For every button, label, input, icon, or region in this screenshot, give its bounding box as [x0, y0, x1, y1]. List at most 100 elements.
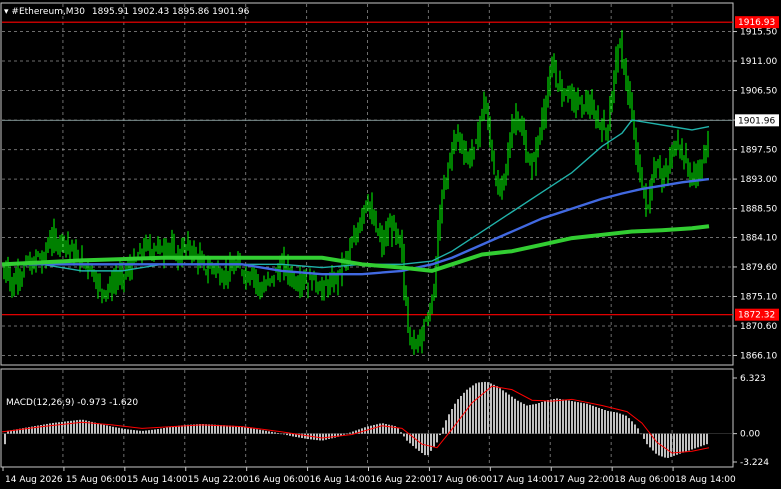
macd-bar: [103, 424, 105, 434]
macd-bar: [127, 429, 129, 434]
price-tick-label: 1875.10: [740, 292, 777, 302]
macd-bar: [649, 433, 651, 448]
macd-bar: [481, 382, 483, 434]
macd-bar: [154, 429, 156, 434]
macd-bar: [613, 411, 615, 434]
macd-bar: [679, 433, 681, 454]
time-tick-label: 18 Aug 06:00: [614, 475, 675, 485]
price-tick-label: 1915.50: [740, 28, 777, 38]
macd-bar: [115, 427, 117, 434]
time-tick-label: 16 Aug 22:00: [371, 475, 432, 485]
macd-bar: [268, 431, 270, 434]
macd-bar: [202, 424, 204, 434]
macd-tick-label: 0.00: [740, 430, 760, 440]
macd-bar: [403, 433, 405, 437]
macd-bar: [436, 433, 438, 443]
time-tick-label: 15 Aug 14:00: [127, 475, 188, 485]
price-tick-label: 1888.50: [740, 205, 777, 215]
macd-bar: [319, 433, 321, 441]
header-arrow-icon: ▾: [4, 7, 9, 17]
macd-bar: [262, 430, 264, 434]
macd-bar: [637, 428, 639, 434]
macd-bar: [109, 426, 111, 434]
macd-bar: [67, 421, 69, 434]
macd-bar: [157, 429, 159, 434]
macd-bar: [205, 424, 207, 434]
macd-bar: [283, 433, 285, 435]
macd-bar: [211, 424, 213, 434]
macd-bar: [514, 398, 516, 434]
macd-bar: [610, 411, 612, 434]
macd-bar: [304, 433, 306, 439]
macd-bar: [607, 410, 609, 434]
macd-bar: [130, 429, 132, 434]
macd-bar: [457, 399, 459, 434]
macd-bar: [532, 404, 534, 434]
macd-bar: [592, 405, 594, 434]
ma-fast-line: [2, 119, 710, 272]
macd-bar: [112, 426, 114, 434]
macd-bar: [628, 418, 630, 434]
macd-bar: [574, 401, 576, 434]
macd-bar: [706, 433, 708, 445]
macd-bar: [460, 395, 462, 434]
macd-bar: [529, 404, 531, 434]
macd-bar: [256, 429, 258, 434]
macd-bar: [541, 401, 543, 434]
macd-bar: [301, 433, 303, 439]
macd-bar: [346, 433, 348, 435]
price-tick-label: 1884.10: [740, 233, 777, 243]
time-tick-label: 17 Aug 06:00: [431, 475, 492, 485]
macd-bar: [160, 428, 162, 434]
macd-bar: [325, 433, 327, 440]
macd-bar: [379, 423, 381, 434]
macd-bar: [577, 402, 579, 434]
moving-averages: [1, 119, 710, 276]
macd-bar: [586, 403, 588, 434]
macd-bar: [55, 422, 57, 434]
macd-bar: [277, 432, 279, 434]
macd-bar: [385, 424, 387, 434]
macd-bar: [571, 401, 573, 434]
trading-chart[interactable]: 1915.501911.001906.501902.001897.501893.…: [0, 0, 781, 489]
macd-bar: [220, 425, 222, 434]
time-tick-label: 18 Aug 14:00: [675, 475, 736, 485]
macd-bar: [640, 433, 642, 435]
current-price-label: 1901.96: [738, 116, 775, 126]
time-tick-label: 15 Aug 22:00: [188, 475, 249, 485]
macd-bar: [322, 433, 324, 441]
price-tick-label: 1893.00: [740, 175, 777, 185]
macd-bar: [646, 433, 648, 445]
macd-bar: [694, 433, 696, 449]
macd-bar: [91, 421, 93, 434]
macd-bar: [703, 433, 705, 446]
macd-bar: [121, 428, 123, 434]
macd-bar: [493, 384, 495, 434]
macd-bar: [589, 404, 591, 434]
macd-bar: [601, 408, 603, 434]
macd-bar: [664, 433, 666, 458]
macd-bar: [232, 425, 234, 434]
macd-bar: [181, 425, 183, 434]
macd-bar: [148, 430, 150, 434]
macd-bar: [598, 407, 600, 434]
resistance-label: 1916.93: [738, 18, 775, 28]
macd-bar: [280, 433, 282, 435]
macd-bar: [520, 402, 522, 434]
macd-bar: [343, 433, 345, 435]
macd-bar: [580, 402, 582, 434]
macd-bar: [166, 427, 168, 434]
macd-bar: [676, 433, 678, 455]
macd-bar: [70, 420, 72, 434]
macd-bar: [439, 433, 441, 436]
macd-bar: [631, 421, 633, 434]
time-tick-label: 16 Aug 14:00: [310, 475, 371, 485]
grid: [2, 4, 733, 466]
macd-bar: [253, 428, 255, 434]
macd-bar: [331, 433, 333, 439]
macd-bar: [466, 389, 468, 434]
macd-bar: [412, 433, 414, 446]
macd-bar: [223, 425, 225, 434]
macd-bar: [643, 433, 645, 439]
macd-bar: [508, 394, 510, 434]
